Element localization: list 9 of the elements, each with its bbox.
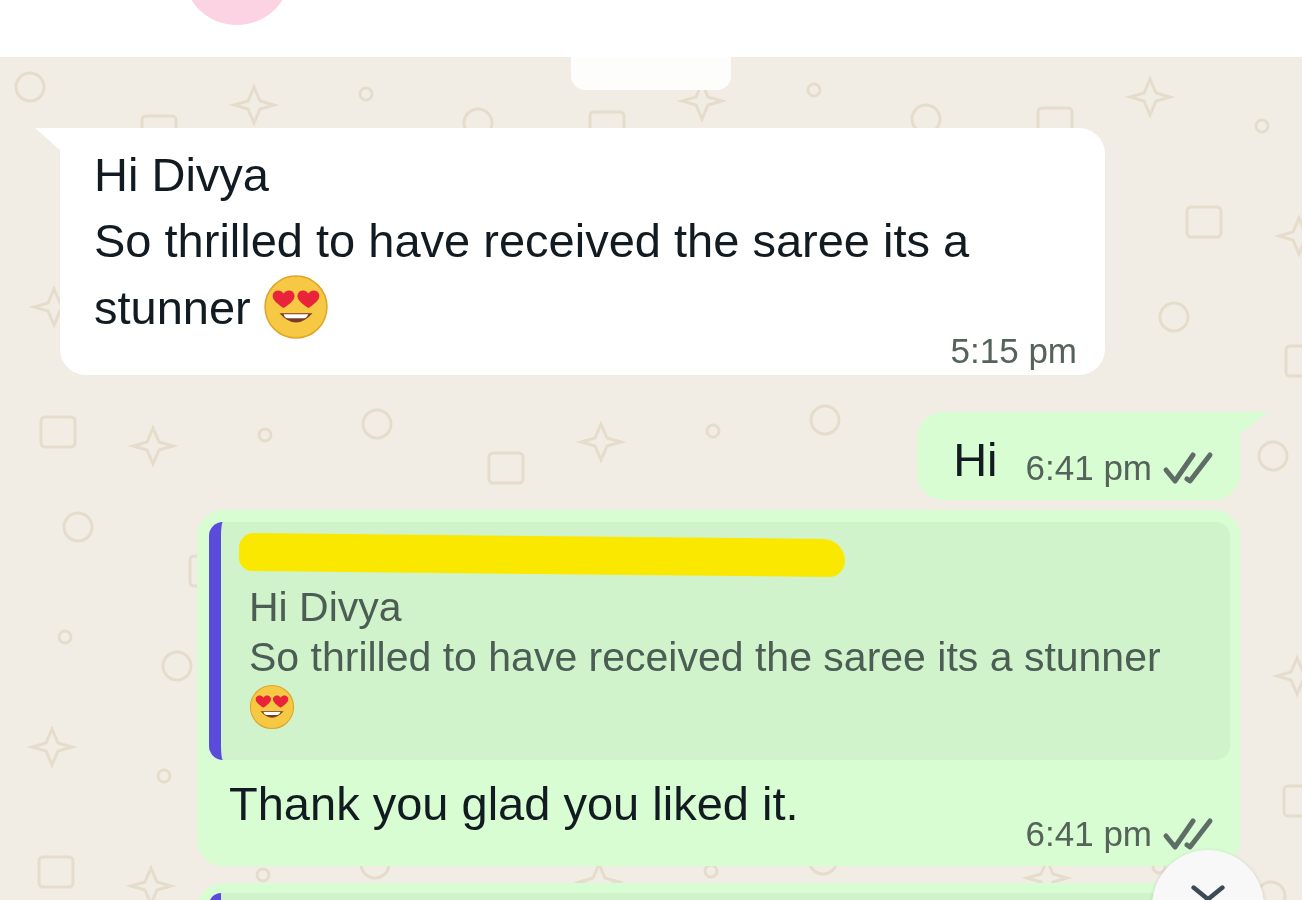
chevron-down-icon [1190,884,1226,900]
message-text: Hi [953,434,998,486]
message-time: 6:41 pm [1025,816,1152,852]
message-text: Hi Divya So thrilled to have received the saree its a stunner [94,148,970,334]
message-text: Thank you glad you liked it. [228,776,800,830]
quoted-text: Hi Divya So thrilled to have received the saree its a stunner [249,584,1161,680]
message-time: 6:41 pm [1025,450,1152,486]
message-time: 5:15 pm [950,333,1077,369]
quoted-message[interactable]: Hi Divya So thrilled to have received the saree its a stunner [209,522,1230,760]
